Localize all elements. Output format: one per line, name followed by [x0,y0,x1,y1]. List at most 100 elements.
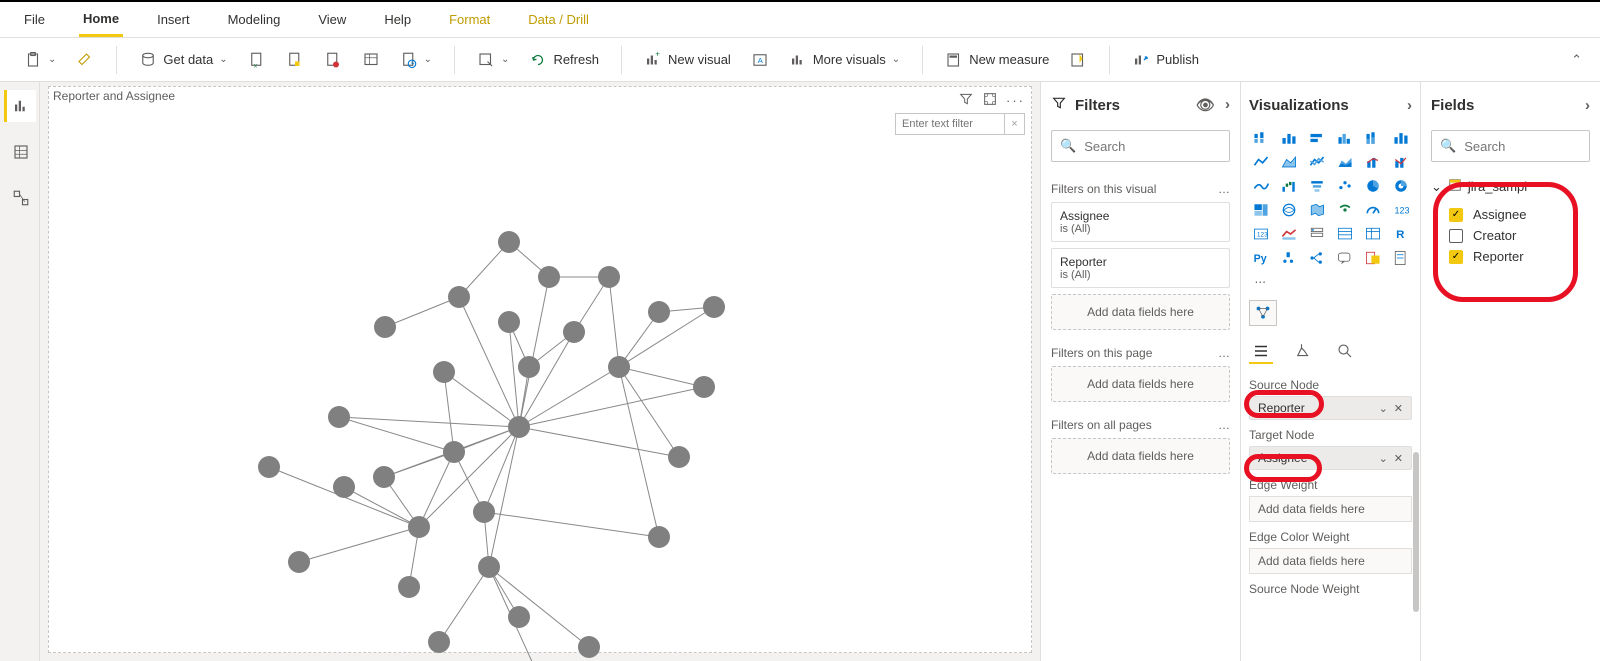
viz-type-13[interactable] [1277,176,1301,196]
filters-visual-dropwell[interactable]: Add data fields here [1051,294,1230,330]
viz-type-12[interactable] [1249,176,1273,196]
filters-all-dropwell[interactable]: Add data fields here [1051,438,1230,474]
viz-type-28[interactable] [1361,224,1385,244]
viz-type-16[interactable] [1361,176,1385,196]
fields-search-input[interactable] [1464,139,1600,154]
section-menu-icon[interactable]: … [1218,182,1230,196]
collapse-filters-icon[interactable]: › [1225,96,1230,114]
viz-type-7[interactable] [1277,152,1301,172]
excel-source-button[interactable]: x [242,47,272,73]
viz-type-20[interactable] [1305,200,1329,220]
publish-button[interactable]: Publish [1126,47,1205,73]
viz-type-30[interactable]: Py [1249,248,1273,268]
field-checkbox[interactable]: ✓ [1449,208,1463,222]
transform-data-button[interactable]: ⌄ [471,47,515,73]
new-visual-button[interactable]: +New visual [638,47,737,73]
viz-type-4[interactable] [1361,128,1385,148]
visual-text-filter-clear[interactable]: × [1005,113,1025,135]
viz-type-24[interactable]: 123 [1249,224,1273,244]
viz-type-14[interactable] [1305,176,1329,196]
tab-datadrill[interactable]: Data / Drill [524,4,593,35]
custom-visual-network[interactable] [1249,300,1277,326]
report-canvas[interactable]: Reporter and Assignee ··· × [40,82,1040,661]
filters-page-dropwell[interactable]: Add data fields here [1051,366,1230,402]
viz-type-11[interactable] [1389,152,1413,172]
filter-card-reporter[interactable]: Reporter is (All) [1051,248,1230,288]
viz-type-8[interactable] [1305,152,1329,172]
source-node-field[interactable]: Reporter ⌄✕ [1249,396,1412,420]
viz-scrollbar[interactable] [1413,452,1419,612]
viz-type-6[interactable] [1249,152,1273,172]
viz-type-9[interactable] [1333,152,1357,172]
tab-file[interactable]: File [20,4,49,35]
collapse-ribbon-button[interactable]: ⌃ [1563,48,1590,72]
filters-search-input[interactable] [1084,139,1240,154]
field-row-assignee[interactable]: ✓Assignee [1449,207,1590,222]
sql-source-button[interactable] [318,47,348,73]
fields-search[interactable]: 🔍 [1431,130,1590,162]
section-menu-icon[interactable]: … [1218,418,1230,432]
viz-type-15[interactable] [1333,176,1357,196]
tab-view[interactable]: View [314,4,350,35]
remove-field-icon[interactable]: ✕ [1394,402,1403,415]
tab-format[interactable]: Format [445,4,494,35]
edge-weight-drop[interactable]: Add data fields here [1249,496,1412,522]
more-options-icon[interactable]: ··· [1006,93,1025,108]
chevron-down-icon[interactable]: ⌄ [1379,402,1388,415]
viz-type-10[interactable] [1361,152,1385,172]
tab-help[interactable]: Help [380,4,415,35]
viz-type-22[interactable] [1361,200,1385,220]
field-row-reporter[interactable]: ✓Reporter [1449,249,1590,264]
viz-type-29[interactable]: R [1389,224,1413,244]
viz-type-17[interactable] [1389,176,1413,196]
enter-data-button[interactable] [356,47,386,73]
target-node-field[interactable]: Assignee ⌄✕ [1249,446,1412,470]
analytics-tab[interactable] [1333,340,1357,364]
viz-type-35[interactable] [1389,248,1413,268]
chevron-down-icon[interactable]: ⌄ [1379,452,1388,465]
focus-mode-icon[interactable] [982,91,998,110]
data-view-button[interactable] [4,136,36,168]
viz-type-1[interactable] [1277,128,1301,148]
section-menu-icon[interactable]: … [1218,346,1230,360]
network-visual[interactable]: Reporter and Assignee ··· × [48,86,1032,653]
tab-home[interactable]: Home [79,3,123,37]
tab-modeling[interactable]: Modeling [224,4,285,35]
viz-type-25[interactable] [1277,224,1301,244]
viz-type-26[interactable] [1305,224,1329,244]
field-checkbox[interactable] [1449,229,1463,243]
paste-button[interactable]: ⌄ [18,47,62,73]
visual-text-filter-input[interactable] [895,113,1005,135]
new-measure-button[interactable]: New measure [939,47,1055,73]
edge-color-drop[interactable]: Add data fields here [1249,548,1412,574]
show-filters-icon[interactable]: 👁 [1196,96,1215,114]
viz-type-18[interactable] [1249,200,1273,220]
viz-type-32[interactable] [1305,248,1329,268]
filter-icon[interactable] [958,91,974,110]
viz-type-0[interactable] [1249,128,1273,148]
fields-tab[interactable] [1249,340,1273,364]
filters-search[interactable]: 🔍 [1051,130,1230,162]
viz-type-27[interactable] [1333,224,1357,244]
field-row-creator[interactable]: Creator [1449,228,1590,243]
viz-type-21[interactable] [1333,200,1357,220]
collapse-fields-icon[interactable]: › [1585,97,1590,114]
viz-type-3[interactable] [1333,128,1357,148]
quick-measure-button[interactable] [1063,47,1093,73]
recent-sources-button[interactable]: ⌄ [394,47,438,73]
more-visuals-button[interactable]: More visuals⌄ [783,47,906,73]
viz-type-36[interactable]: ⋯ [1249,272,1273,292]
collapse-vizption-icon[interactable]: › [1407,97,1412,114]
format-tab[interactable] [1291,340,1315,364]
field-checkbox[interactable]: ✓ [1449,250,1463,264]
remove-field-icon[interactable]: ✕ [1394,452,1403,465]
viz-type-34[interactable] [1361,248,1385,268]
viz-type-33[interactable] [1333,248,1357,268]
model-view-button[interactable] [4,182,36,214]
pbi-source-button[interactable] [280,47,310,73]
viz-type-23[interactable]: 123 [1389,200,1413,220]
viz-type-2[interactable] [1305,128,1329,148]
tab-insert[interactable]: Insert [153,4,194,35]
fields-table-row[interactable]: ⌄ jira_sampl [1431,178,1590,195]
viz-type-19[interactable] [1277,200,1301,220]
